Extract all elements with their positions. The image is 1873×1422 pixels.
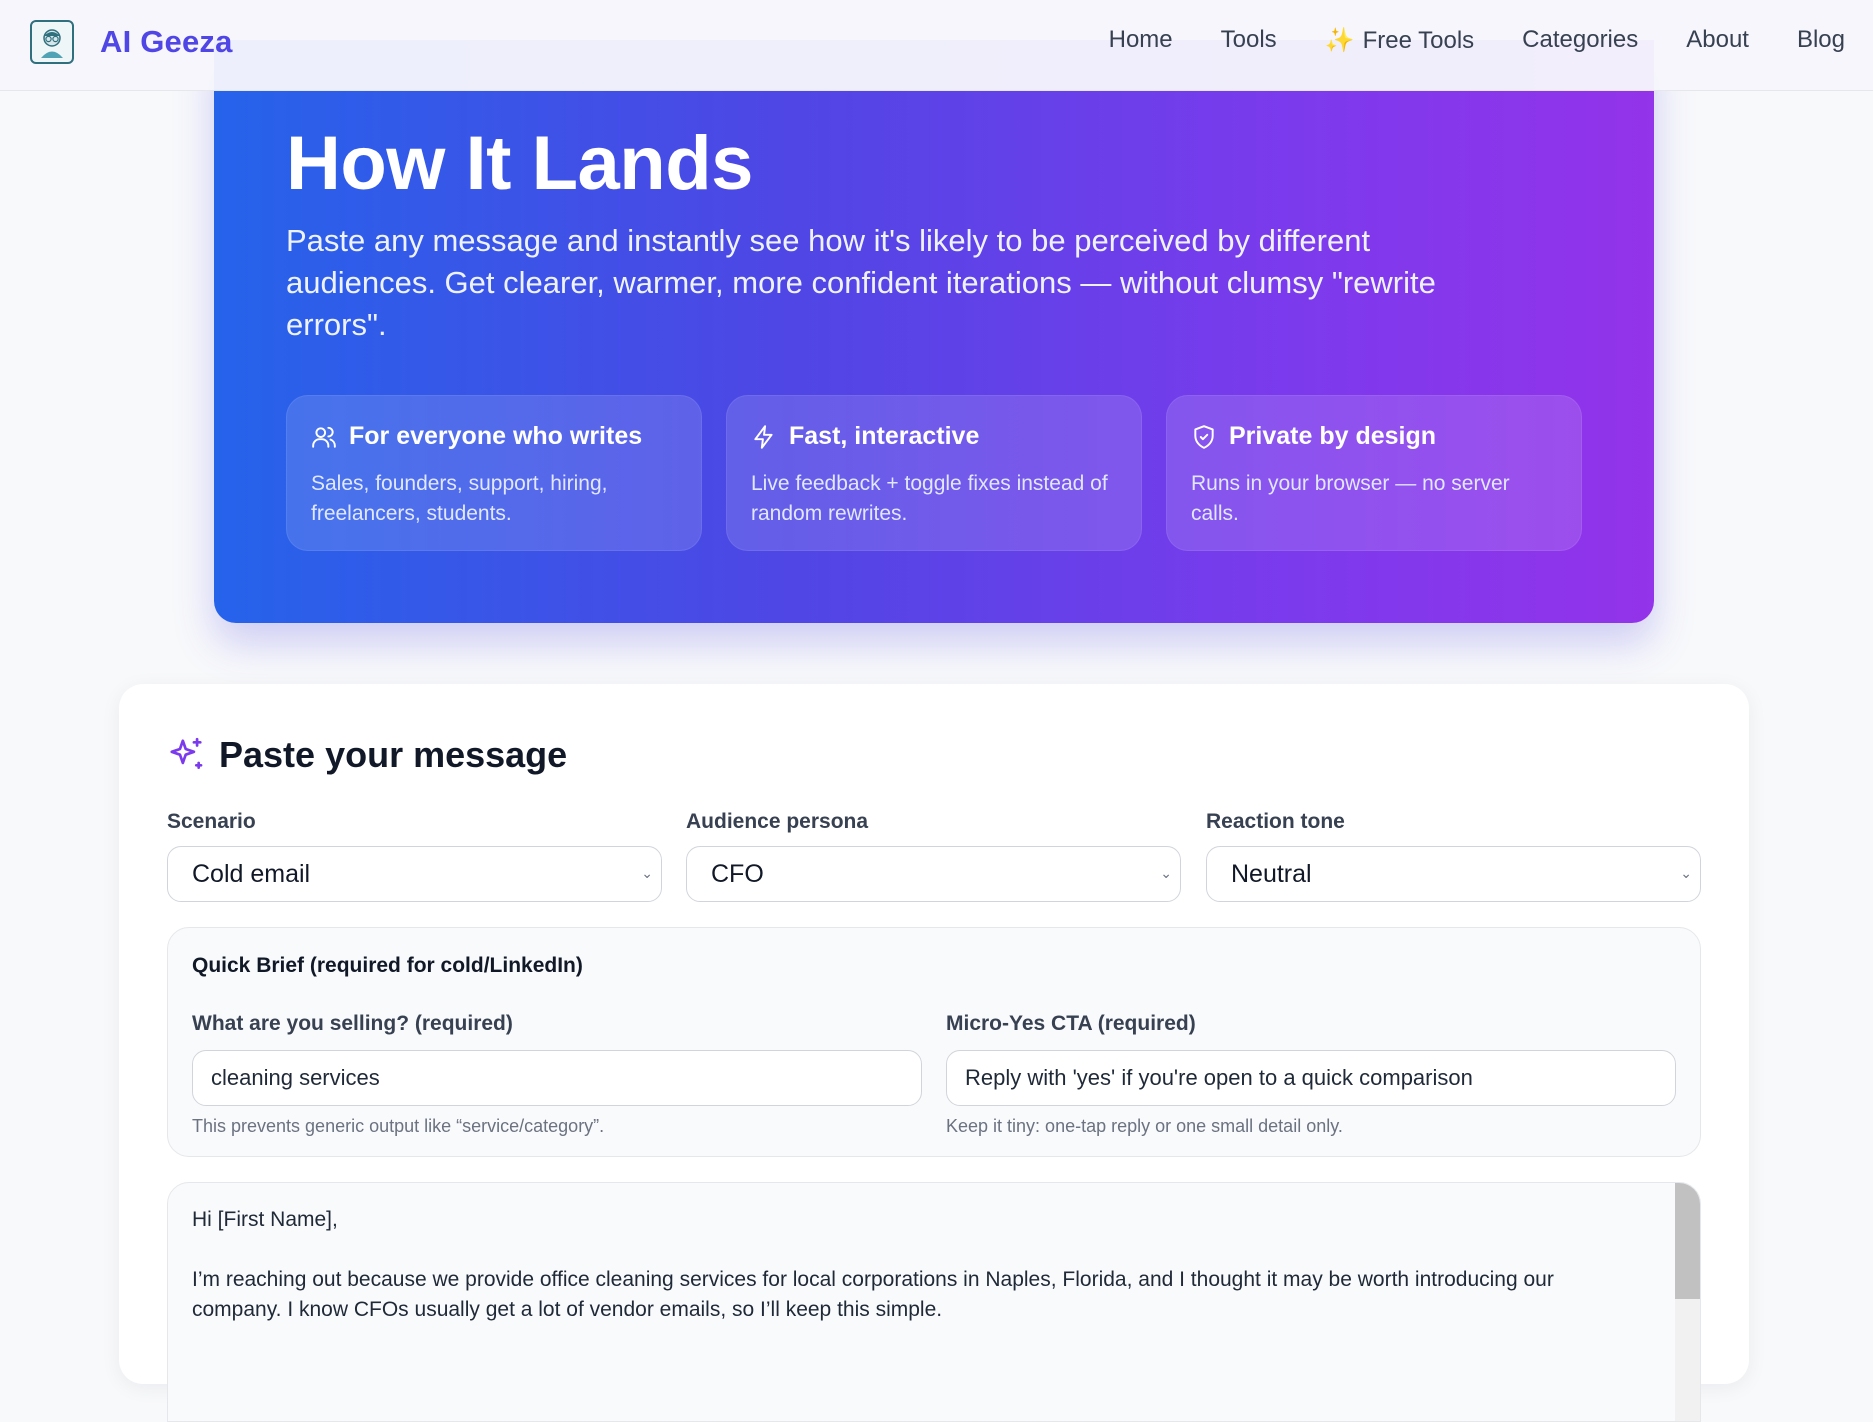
nav-free-tools[interactable]: ✨ Free Tools [1325,26,1475,55]
cta-input[interactable]: Reply with 'yes' if you're open to a qui… [946,1050,1676,1106]
sparkles-icon [170,737,203,770]
editor-title: Paste your message [219,734,568,775]
selling-label: What are you selling? (required) [192,1012,513,1035]
feature-description: Live feedback + toggle fixes instead of … [751,472,1108,525]
nav-categories[interactable]: Categories [1522,26,1638,55]
chevron-down-icon: ⌄ [1160,865,1172,881]
main-nav: Home Tools ✨ Free Tools Categories About … [1109,26,1845,55]
brief-title: Quick Brief (required for cold/LinkedIn) [192,954,583,977]
message-editor-card: Paste your message Scenario Cold email ⌄… [119,684,1749,1422]
message-line: Hi [First Name], [192,1208,338,1231]
selling-hint: This prevents generic output like “servi… [192,1116,605,1136]
cta-value: Reply with 'yes' if you're open to a qui… [965,1065,1473,1090]
scrollbar[interactable] [1675,1183,1700,1421]
nav-home[interactable]: Home [1109,26,1173,55]
scenario-select[interactable]: Cold email ⌄ [167,846,662,902]
logo-icon[interactable] [30,20,74,64]
quick-brief-panel: Quick Brief (required for cold/LinkedIn)… [167,927,1701,1157]
tone-value: Neutral [1231,859,1312,888]
users-icon [312,426,336,448]
persona-value: CFO [711,859,764,888]
nav-free-tools-label: Free Tools [1362,27,1475,54]
hero-banner: How It Lands Paste any message and insta… [214,40,1654,623]
hero-title: How It Lands [286,121,753,206]
cta-label: Micro-Yes CTA (required) [946,1012,1196,1035]
feature-card-private: Private by design Runs in your browser —… [1166,395,1582,551]
selling-input[interactable]: cleaning services [192,1050,922,1106]
shield-check-icon [1194,424,1214,449]
feature-title: Private by design [1229,422,1437,450]
feature-card-everyone: For everyone who writes Sales, founders,… [286,395,702,551]
editor-heading: Paste your message [167,734,567,776]
feature-description: Runs in your browser — no server calls. [1191,472,1510,525]
message-line: I’m reaching out because we provide offi… [192,1268,1554,1321]
message-text: Hi [First Name], I’m reaching out becaus… [192,1205,1632,1355]
feature-title: For everyone who writes [349,422,643,450]
scenario-label: Scenario [167,810,256,833]
bolt-icon [754,424,773,449]
scrollbar-thumb[interactable] [1675,1183,1700,1299]
feature-title: Fast, interactive [789,422,980,450]
message-textarea[interactable]: Hi [First Name], I’m reaching out becaus… [167,1182,1701,1422]
nav-tools[interactable]: Tools [1221,26,1277,55]
hero-lead: Paste any message and instantly see how … [286,223,1436,342]
feature-description: Sales, founders, support, hiring, freela… [311,472,608,525]
nav-blog[interactable]: Blog [1797,26,1845,55]
chevron-down-icon: ⌄ [1680,865,1692,881]
nav-about[interactable]: About [1686,26,1749,55]
sparkles-icon: ✨ [1324,27,1355,54]
selling-value: cleaning services [211,1065,380,1090]
cta-hint: Keep it tiny: one-tap reply or one small… [946,1116,1343,1136]
scenario-value: Cold email [192,859,311,888]
persona-label: Audience persona [686,810,869,833]
tone-label: Reaction tone [1206,810,1345,833]
feature-card-fast: Fast, interactive Live feedback + toggle… [726,395,1142,551]
brand-name[interactable]: AI Geeza [100,24,233,60]
chevron-down-icon: ⌄ [641,865,653,881]
top-navigation: AI Geeza Home Tools ✨ Free Tools Categori… [0,0,1873,91]
tone-select[interactable]: Neutral ⌄ [1206,846,1701,902]
persona-select[interactable]: CFO ⌄ [686,846,1181,902]
